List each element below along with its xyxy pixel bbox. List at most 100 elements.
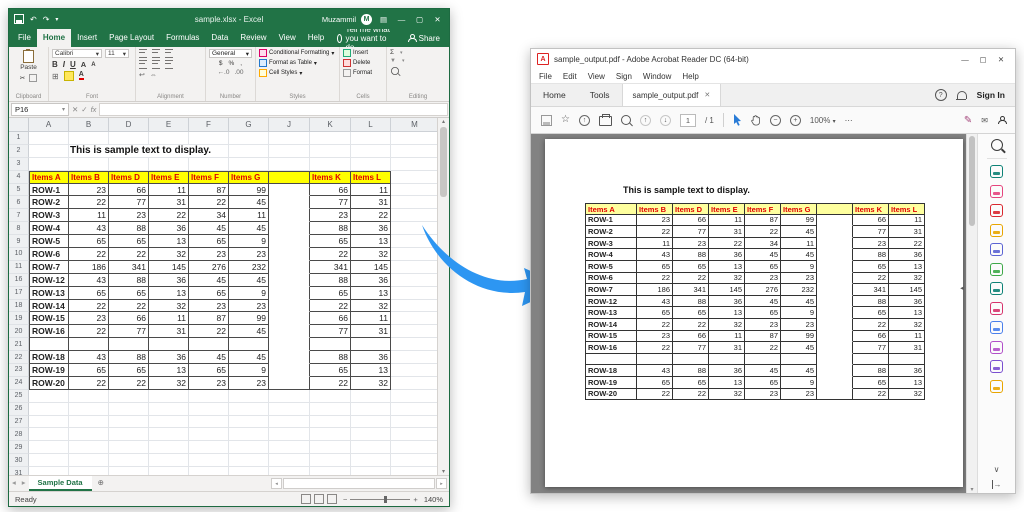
cell-M28[interactable] (391, 428, 437, 441)
cell-A27[interactable] (29, 416, 69, 429)
cell-F16[interactable]: 45 (189, 274, 229, 287)
star-icon[interactable]: ☆ (561, 115, 570, 125)
close-button[interactable]: ✕ (431, 15, 444, 24)
bold-button[interactable]: B (52, 60, 58, 69)
cell-B9[interactable]: 65 (69, 235, 109, 248)
sort-filter-icon[interactable]: ▼ (390, 58, 396, 64)
copy-icon[interactable] (29, 74, 37, 82)
find-select-icon[interactable] (391, 67, 399, 75)
print-icon[interactable] (599, 116, 612, 126)
cell-D19[interactable]: 66 (109, 312, 149, 325)
tab-home[interactable]: Home (531, 84, 578, 106)
more-tools-icon[interactable]: ⋯ (845, 116, 853, 125)
tab-close-icon[interactable]: ✕ (704, 91, 710, 99)
menu-edit[interactable]: Edit (563, 72, 577, 81)
row-header-29[interactable]: 29 (9, 441, 29, 454)
column-header-M[interactable]: M (391, 118, 437, 132)
cell-M25[interactable] (391, 390, 437, 403)
cell-A2[interactable] (29, 145, 69, 158)
cell-L24[interactable]: 32 (351, 377, 391, 390)
ribbon-tab-page-layout[interactable]: Page Layout (103, 29, 160, 47)
help-icon[interactable]: ? (935, 89, 947, 101)
cell-A21[interactable] (29, 338, 69, 351)
cell-G4[interactable]: Items G (229, 171, 269, 184)
cell-B27[interactable] (69, 416, 109, 429)
cell-B5[interactable]: 23 (69, 184, 109, 197)
page-layout-view-icon[interactable] (314, 494, 324, 504)
cell-G27[interactable] (229, 416, 269, 429)
cell-D11[interactable]: 341 (109, 261, 149, 274)
cell-L10[interactable]: 32 (351, 248, 391, 261)
row-header-26[interactable]: 26 (9, 403, 29, 416)
cell-G31[interactable] (229, 467, 269, 475)
new-sheet-icon[interactable]: ⊕ (92, 476, 110, 491)
cell-G25[interactable] (229, 390, 269, 403)
cell-K26[interactable] (310, 403, 351, 416)
cell-K7[interactable]: 23 (310, 209, 351, 222)
save-icon[interactable] (14, 14, 24, 24)
borders-icon[interactable]: ⊞ (52, 72, 59, 81)
pdf-vertical-scrollbar[interactable]: ▾ (966, 134, 977, 493)
cell-L20[interactable]: 31 (351, 325, 391, 338)
cell-K24[interactable]: 22 (310, 377, 351, 390)
row-header-30[interactable]: 30 (9, 454, 29, 467)
cell-A29[interactable] (29, 441, 69, 454)
column-header-A[interactable]: A (29, 118, 69, 132)
hscroll-right-icon[interactable]: ▸ (436, 478, 447, 489)
cell-J27[interactable] (269, 416, 310, 429)
cell-A22[interactable]: ROW-18 (29, 351, 69, 364)
cell-E20[interactable]: 31 (149, 325, 189, 338)
column-header-J[interactable]: J (269, 118, 310, 132)
row-header-27[interactable]: 27 (9, 416, 29, 429)
notifications-bell-icon[interactable] (957, 91, 967, 99)
cell-J3[interactable] (269, 158, 310, 171)
formula-enter-icon[interactable]: ✓ (81, 105, 87, 114)
cell-A4[interactable]: Items A (29, 171, 69, 184)
cell-K25[interactable] (310, 390, 351, 403)
cell-K29[interactable] (310, 441, 351, 454)
ribbon-tab-file[interactable]: File (12, 29, 37, 47)
excel-horizontal-scrollbar[interactable]: ◂ ▸ (271, 476, 449, 491)
cell-B23[interactable]: 65 (69, 364, 109, 377)
maximize-button[interactable]: ▢ (413, 15, 426, 24)
scrollbar-thumb[interactable] (440, 127, 447, 197)
cell-E21[interactable] (149, 338, 189, 351)
cell-B11[interactable]: 186 (69, 261, 109, 274)
formula-input[interactable] (99, 103, 448, 116)
redo-icon[interactable]: ↷ (43, 15, 50, 24)
cell-B31[interactable] (69, 467, 109, 475)
cell-L25[interactable] (351, 390, 391, 403)
close-button[interactable]: ✕ (993, 55, 1009, 64)
column-header-F[interactable]: F (189, 118, 229, 132)
cell-K5[interactable]: 66 (310, 184, 351, 197)
cell-B8[interactable]: 43 (69, 222, 109, 235)
italic-button[interactable]: I (63, 60, 65, 69)
cell-J7[interactable] (269, 209, 310, 222)
zoom-level-dropdown[interactable]: 100% ▾ (810, 116, 836, 125)
ribbon-tab-help[interactable]: Help (302, 29, 330, 47)
cell-M4[interactable] (391, 171, 437, 184)
sidebar-more-chevron-icon[interactable]: ∨ (994, 465, 1000, 474)
cell-B30[interactable] (69, 454, 109, 467)
cell-A5[interactable]: ROW-1 (29, 184, 69, 197)
cell-M22[interactable] (391, 351, 437, 364)
cell-G19[interactable]: 99 (229, 312, 269, 325)
cell-J24[interactable] (269, 377, 310, 390)
cell-D26[interactable] (109, 403, 149, 416)
cell-J25[interactable] (269, 390, 310, 403)
row-header-19[interactable]: 19 (9, 312, 29, 325)
cell-K9[interactable]: 65 (310, 235, 351, 248)
zoom-out-icon[interactable]: − (770, 115, 781, 126)
cell-E4[interactable]: Items E (149, 171, 189, 184)
cell-M3[interactable] (391, 158, 437, 171)
cell-J5[interactable] (269, 184, 310, 197)
cell-G10[interactable]: 23 (229, 248, 269, 261)
cell-K8[interactable]: 88 (310, 222, 351, 235)
cell-D30[interactable] (109, 454, 149, 467)
ribbon-tab-review[interactable]: Review (234, 29, 272, 47)
sidebar-expand-icon[interactable]: → (992, 480, 1002, 489)
protect-icon[interactable] (990, 321, 1003, 334)
autosum-icon[interactable]: Σ (390, 49, 394, 56)
cell-J4[interactable] (269, 171, 310, 184)
cell-G1[interactable] (229, 132, 269, 145)
